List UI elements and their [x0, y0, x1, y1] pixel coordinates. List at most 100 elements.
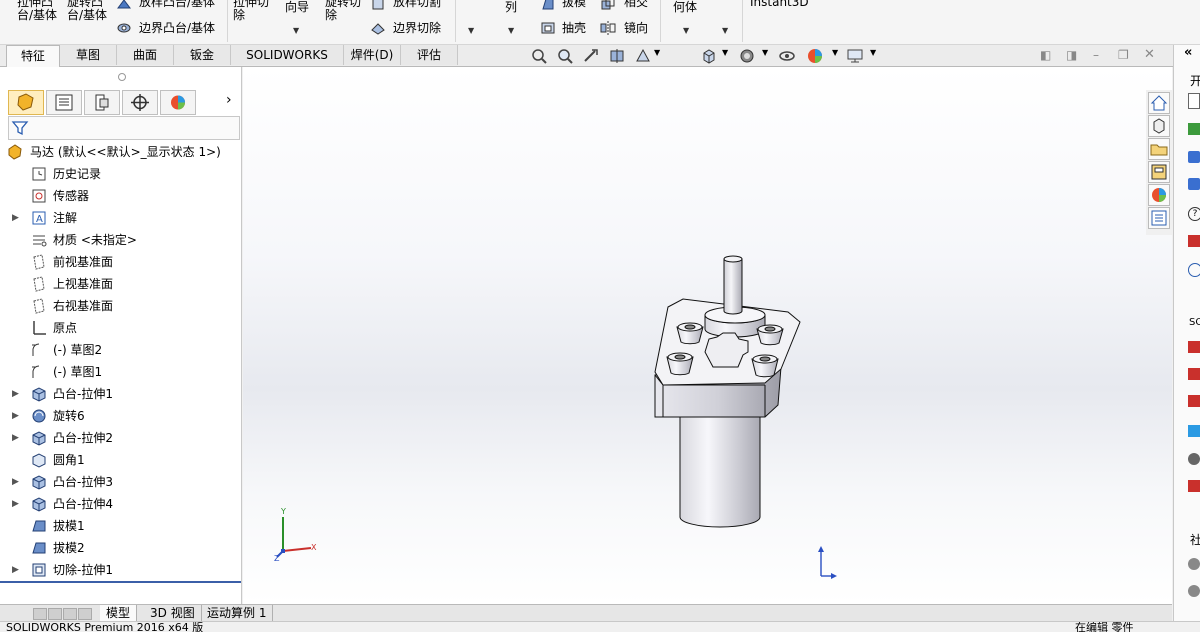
- boundary-boss-button[interactable]: 边界凸台/基体: [139, 22, 215, 35]
- tree-item[interactable]: 原点: [0, 317, 241, 339]
- custom-properties-icon[interactable]: [1148, 207, 1170, 229]
- loft-cut-button[interactable]: 放样切割: [393, 0, 441, 9]
- tab-dimxpert-manager[interactable]: [122, 90, 158, 115]
- tree-item[interactable]: 前视基准面: [0, 251, 241, 273]
- expand-arrow-icon[interactable]: ▶: [12, 471, 19, 493]
- tree-item[interactable]: ▶ 凸台-拉伸4: [0, 493, 241, 515]
- tab-motion-study[interactable]: 运动算例 1: [201, 605, 274, 621]
- file-explorer-icon[interactable]: [1148, 138, 1170, 160]
- expand-arrow-icon[interactable]: ▶: [12, 427, 19, 449]
- tab-sketch[interactable]: 草图: [60, 45, 117, 65]
- scroll-prev-icon[interactable]: [48, 608, 62, 620]
- scroll-next-icon[interactable]: [63, 608, 77, 620]
- help-icon[interactable]: ?: [1188, 207, 1200, 221]
- chevron-down-icon[interactable]: ▼: [683, 26, 689, 35]
- tree-item[interactable]: (-) 草图1: [0, 361, 241, 383]
- tree-root-part[interactable]: 马达 (默认<<默认>_显示状态 1>): [6, 141, 241, 163]
- minimize-icon[interactable]: –: [1093, 48, 1099, 62]
- tree-filter-input[interactable]: [8, 116, 240, 140]
- motor-model[interactable]: [243, 67, 1172, 604]
- extrude-cut-button[interactable]: 拉伸切 除: [233, 0, 269, 22]
- tile-right-icon[interactable]: ◨: [1066, 48, 1077, 62]
- solidworks-resource-icon[interactable]: [1188, 341, 1200, 353]
- tree-item[interactable]: (-) 草图2: [0, 339, 241, 361]
- scroll-first-icon[interactable]: [33, 608, 47, 620]
- hide-show-items-icon[interactable]: [778, 47, 796, 65]
- hole-wizard-button[interactable]: 向导: [285, 1, 309, 14]
- intersect-button[interactable]: 相交: [624, 0, 648, 9]
- view-orientation-icon[interactable]: [700, 47, 718, 65]
- chevron-down-icon[interactable]: ▼: [832, 48, 838, 57]
- edit-appearance-icon[interactable]: [806, 47, 824, 65]
- mirror-button[interactable]: 镜向: [624, 22, 648, 35]
- tutorial-icon[interactable]: [1188, 151, 1200, 163]
- resource-link-icon[interactable]: [1188, 453, 1200, 465]
- resource-link-icon[interactable]: [1188, 425, 1200, 437]
- tree-item[interactable]: 材质 <未指定>: [0, 229, 241, 251]
- chevron-down-icon[interactable]: ▼: [508, 26, 514, 35]
- tab-solidworks-mbd[interactable]: SOLIDWORKS MBD: [231, 45, 344, 82]
- instant3d-button[interactable]: Instant3D: [750, 0, 809, 9]
- chevron-down-icon[interactable]: ▼: [870, 48, 876, 57]
- tab-features[interactable]: 特征: [6, 45, 60, 67]
- loft-boss-button[interactable]: 放样凸台/基体: [139, 0, 215, 9]
- tab-3d-view[interactable]: 3D 视图: [144, 605, 202, 621]
- dynamic-annotation-icon[interactable]: [634, 47, 652, 65]
- tab-sheet-metal[interactable]: 钣金: [174, 45, 231, 65]
- community-icon[interactable]: [1188, 585, 1200, 597]
- design-library-icon[interactable]: [1148, 115, 1170, 137]
- tab-evaluate[interactable]: 评估: [401, 45, 458, 65]
- tree-item[interactable]: 传感器: [0, 185, 241, 207]
- tree-item[interactable]: ▶ 凸台-拉伸2: [0, 427, 241, 449]
- tab-feature-manager[interactable]: [8, 90, 44, 115]
- display-style-icon[interactable]: [738, 47, 756, 65]
- chevron-down-icon[interactable]: ▼: [762, 48, 768, 57]
- chevron-down-icon[interactable]: ▼: [468, 26, 474, 35]
- new-document-icon[interactable]: [1188, 93, 1200, 109]
- tree-item[interactable]: ▶ 切除-拉伸1: [0, 559, 241, 581]
- chevron-down-icon[interactable]: ▼: [722, 26, 728, 35]
- expand-arrow-icon[interactable]: ▶: [12, 559, 19, 581]
- tree-item[interactable]: 上视基准面: [0, 273, 241, 295]
- tree-item[interactable]: ▶ 旋转6: [0, 405, 241, 427]
- home-icon[interactable]: [1148, 92, 1170, 114]
- open-icon[interactable]: [1188, 123, 1200, 135]
- restore-icon[interactable]: ❐: [1118, 48, 1129, 62]
- tree-item[interactable]: ▶ A 注解: [0, 207, 241, 229]
- revolve-boss-button[interactable]: 旋转凸 台/基体: [67, 0, 107, 22]
- tab-display-manager[interactable]: [160, 90, 196, 115]
- tab-weldments[interactable]: 焊件(D): [344, 45, 401, 65]
- pattern-button[interactable]: 列: [505, 1, 517, 14]
- info-icon[interactable]: [1188, 263, 1200, 277]
- chevron-down-icon[interactable]: ▼: [654, 48, 660, 57]
- tree-item[interactable]: ▶ 凸台-拉伸3: [0, 471, 241, 493]
- tree-item[interactable]: 圆角1: [0, 449, 241, 471]
- expand-arrow-icon[interactable]: ▶: [12, 207, 19, 229]
- solidworks-icon[interactable]: [1188, 235, 1200, 247]
- tab-model[interactable]: 模型: [100, 605, 138, 621]
- chevron-right-icon[interactable]: ›: [226, 92, 232, 108]
- reference-geometry-button[interactable]: 何体: [673, 1, 697, 14]
- tab-configuration-manager[interactable]: [84, 90, 120, 115]
- view-palette-icon[interactable]: [1148, 161, 1170, 183]
- boundary-cut-button[interactable]: 边界切除: [393, 22, 441, 35]
- draft-button[interactable]: 拔模: [562, 0, 586, 9]
- section-view-icon[interactable]: [608, 47, 626, 65]
- tree-item[interactable]: 拔模1: [0, 515, 241, 537]
- tree-item[interactable]: ▶ 凸台-拉伸1: [0, 383, 241, 405]
- expand-arrow-icon[interactable]: ▶: [12, 383, 19, 405]
- tab-property-manager[interactable]: [46, 90, 82, 115]
- solidworks-resource-icon[interactable]: [1188, 395, 1200, 407]
- solidworks-resource-icon[interactable]: [1188, 368, 1200, 380]
- chevron-down-icon[interactable]: ▼: [722, 48, 728, 57]
- collapse-pane-icon[interactable]: «: [1184, 45, 1192, 60]
- tutorial-icon[interactable]: [1188, 178, 1200, 190]
- chevron-down-icon[interactable]: ▼: [293, 26, 299, 35]
- graphics-area[interactable]: Y X Z: [243, 67, 1172, 604]
- zoom-to-area-icon[interactable]: [556, 47, 574, 65]
- tree-item[interactable]: 右视基准面: [0, 295, 241, 317]
- zoom-to-fit-icon[interactable]: [530, 47, 548, 65]
- revolve-cut-button[interactable]: 旋转切 除: [325, 0, 361, 22]
- community-icon[interactable]: [1188, 558, 1200, 570]
- resource-link-icon[interactable]: [1188, 480, 1200, 492]
